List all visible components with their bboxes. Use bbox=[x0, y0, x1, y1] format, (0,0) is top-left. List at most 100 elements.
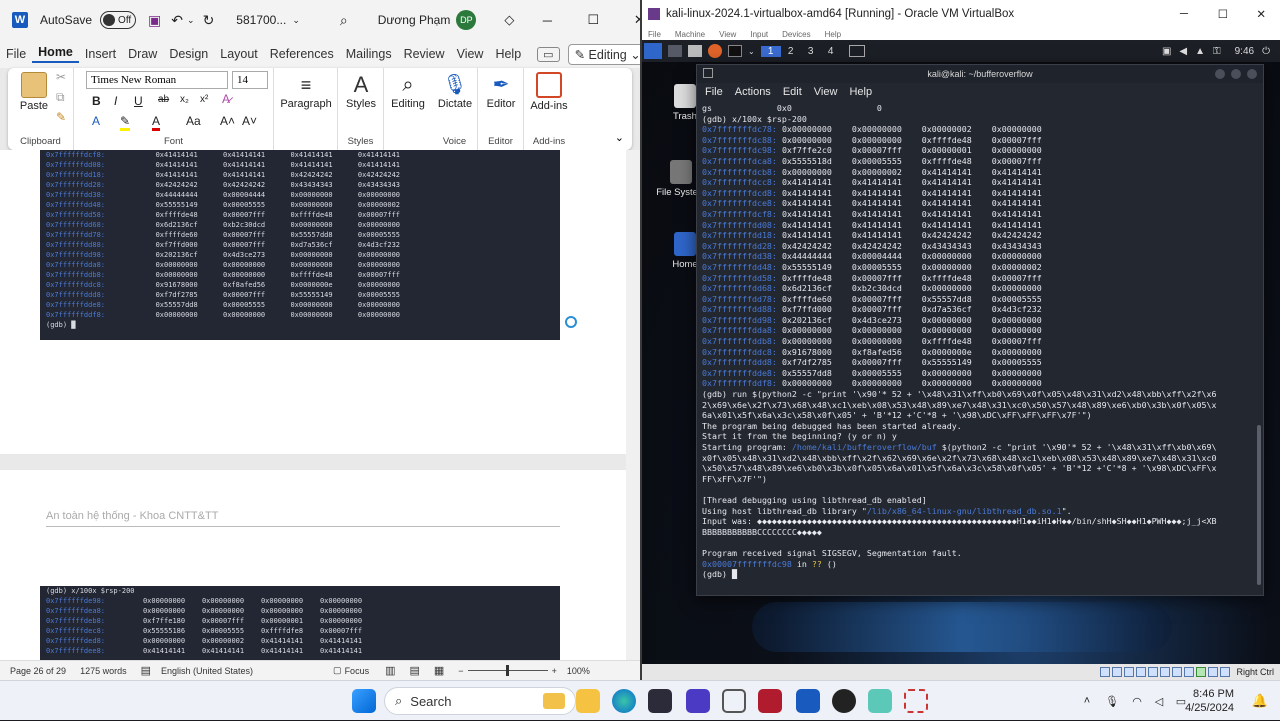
term-menu-actions[interactable]: Actions bbox=[735, 86, 771, 98]
change-case-icon[interactable]: Aa bbox=[186, 114, 201, 128]
microphone-tray-icon[interactable]: 🎙 bbox=[1098, 695, 1126, 708]
word-count[interactable]: 1275 words bbox=[80, 666, 127, 676]
word-task-icon[interactable] bbox=[796, 689, 820, 713]
diamond-icon[interactable]: ◇ bbox=[504, 12, 514, 28]
tab-view[interactable]: View bbox=[451, 47, 490, 61]
format-painter-icon[interactable]: ✎ bbox=[56, 110, 66, 124]
tab-file[interactable]: File bbox=[0, 47, 32, 61]
editing-button[interactable]: ⌕ Editing bbox=[386, 72, 430, 110]
gdb-prompt[interactable]: (gdb) █ bbox=[702, 569, 1248, 580]
read-mode-icon[interactable]: ▥ bbox=[385, 664, 395, 677]
tab-insert[interactable]: Insert bbox=[79, 47, 122, 61]
proofing-icon[interactable]: ▤ bbox=[141, 664, 151, 677]
term-menu-file[interactable]: File bbox=[705, 86, 723, 98]
avatar[interactable]: DP bbox=[456, 10, 477, 30]
store-icon[interactable] bbox=[648, 689, 672, 713]
volume-icon[interactable]: ◁ bbox=[1148, 695, 1170, 708]
vb-menu-view[interactable]: View bbox=[719, 30, 736, 39]
highlight-icon[interactable]: ✎ bbox=[120, 114, 131, 131]
terminal-task-icon[interactable] bbox=[848, 45, 865, 57]
network-icon[interactable] bbox=[1136, 667, 1147, 677]
vertical-scrollbar[interactable] bbox=[626, 150, 640, 660]
minimize-icon[interactable]: ─ bbox=[524, 13, 570, 28]
strikethrough-icon[interactable]: ab bbox=[158, 94, 169, 105]
focus-button[interactable]: Focus bbox=[345, 666, 370, 676]
term-minimize-icon[interactable] bbox=[1215, 69, 1225, 79]
terminal-output[interactable]: gs 0x0 0 (gdb) x/100x $rsp-200 0x7fffffffd… bbox=[697, 101, 1253, 595]
close-icon[interactable]: ✕ bbox=[616, 12, 640, 28]
kali-clock[interactable]: 9:46 bbox=[1235, 46, 1254, 57]
panel-dropdown-icon[interactable]: ⌄ bbox=[748, 47, 755, 56]
comments-icon[interactable]: ▭ bbox=[537, 46, 560, 62]
audio-icon[interactable] bbox=[1124, 667, 1135, 677]
paragraph-button[interactable]: ≡ Paragraph bbox=[276, 72, 336, 110]
term-maximize-icon[interactable] bbox=[1231, 69, 1241, 79]
shared-folders-icon[interactable] bbox=[1160, 667, 1171, 677]
text-effects-icon[interactable]: A bbox=[92, 114, 100, 128]
term-menu-edit[interactable]: Edit bbox=[783, 86, 802, 98]
collapse-ribbon-icon[interactable]: ⌄ bbox=[615, 131, 624, 144]
tab-design[interactable]: Design bbox=[163, 47, 214, 61]
workspace-3[interactable]: 3 bbox=[801, 46, 821, 57]
undo-dropdown-icon[interactable]: ⌄ bbox=[187, 15, 195, 26]
font-color-icon[interactable]: A bbox=[152, 114, 161, 131]
usb-icon[interactable] bbox=[1148, 667, 1159, 677]
firefox-icon[interactable] bbox=[708, 44, 722, 58]
recording-icon[interactable] bbox=[1184, 667, 1195, 677]
grow-font-icon[interactable]: A˄ bbox=[220, 114, 235, 128]
tab-help[interactable]: Help bbox=[489, 47, 527, 61]
zoom-out-icon[interactable]: − bbox=[458, 666, 463, 676]
pdf-app-icon[interactable] bbox=[758, 689, 782, 713]
focus-icon[interactable]: ▢ bbox=[333, 665, 342, 676]
bold-icon[interactable]: B bbox=[92, 94, 101, 108]
redo-icon[interactable]: ↻ bbox=[203, 12, 215, 29]
dictate-button[interactable]: 🎙 Dictate bbox=[434, 72, 476, 110]
cpu-icon[interactable] bbox=[1196, 667, 1207, 677]
docname-dropdown-icon[interactable]: ⌄ bbox=[292, 15, 300, 26]
print-layout-icon[interactable]: ▤ bbox=[409, 664, 419, 677]
notification-icon[interactable]: 🔔 bbox=[1252, 693, 1268, 709]
vb-menu-devices[interactable]: Devices bbox=[782, 30, 810, 39]
tab-review[interactable]: Review bbox=[398, 47, 451, 61]
subscript-icon[interactable]: x₂ bbox=[180, 94, 189, 105]
taskbar-search[interactable]: ⌕ Search bbox=[384, 687, 576, 715]
document-name[interactable]: 581700... bbox=[236, 13, 286, 27]
workspace-2[interactable]: 2 bbox=[781, 46, 801, 57]
language[interactable]: English (United States) bbox=[161, 666, 253, 676]
paste-button[interactable]: Paste bbox=[16, 72, 52, 112]
zoom-slider[interactable] bbox=[467, 665, 548, 676]
undo-icon[interactable]: ↶ bbox=[171, 12, 183, 29]
term-close-icon[interactable] bbox=[1247, 69, 1257, 79]
editing-mode-button[interactable]: ✎ Editing ⌄ bbox=[567, 43, 640, 65]
hdd-icon[interactable] bbox=[1100, 667, 1111, 677]
term-menu-view[interactable]: View bbox=[814, 86, 838, 98]
obs-icon[interactable] bbox=[832, 689, 856, 713]
vb-menu-file[interactable]: File bbox=[648, 30, 661, 39]
editor-button[interactable]: ✒ Editor bbox=[480, 72, 522, 110]
autosave-toggle[interactable]: Off bbox=[100, 11, 137, 29]
vb-close-icon[interactable]: ✕ bbox=[1256, 7, 1266, 21]
tray-icons[interactable]: ▣◀▲⚿ bbox=[1162, 46, 1229, 57]
maximize-icon[interactable]: ☐ bbox=[570, 12, 616, 28]
tab-draw[interactable]: Draw bbox=[122, 47, 163, 61]
zoom-in-icon[interactable]: + bbox=[552, 666, 557, 676]
workspace-4[interactable]: 4 bbox=[821, 46, 841, 57]
search-icon[interactable]: ⌕ bbox=[340, 12, 348, 29]
styles-button[interactable]: A Styles bbox=[340, 72, 382, 110]
clear-format-icon[interactable]: A̷ bbox=[222, 92, 230, 106]
file-explorer-icon[interactable] bbox=[576, 689, 600, 713]
notepad-icon[interactable] bbox=[868, 689, 892, 713]
mouse-integration-icon[interactable] bbox=[1208, 667, 1219, 677]
superscript-icon[interactable]: x² bbox=[200, 94, 208, 105]
virtualbox-task-icon[interactable] bbox=[722, 689, 746, 713]
tab-mailings[interactable]: Mailings bbox=[340, 47, 398, 61]
tab-layout[interactable]: Layout bbox=[214, 47, 264, 61]
vb-menu-input[interactable]: Input bbox=[750, 30, 768, 39]
vb-menu-help[interactable]: Help bbox=[825, 30, 841, 39]
zoom-level[interactable]: 100% bbox=[567, 666, 590, 676]
start-icon[interactable] bbox=[352, 689, 376, 713]
italic-icon[interactable]: I bbox=[114, 94, 117, 108]
show-desktop-icon[interactable] bbox=[668, 45, 682, 57]
vb-menu-machine[interactable]: Machine bbox=[675, 30, 705, 39]
page-indicator[interactable]: Page 26 of 29 bbox=[10, 666, 66, 676]
